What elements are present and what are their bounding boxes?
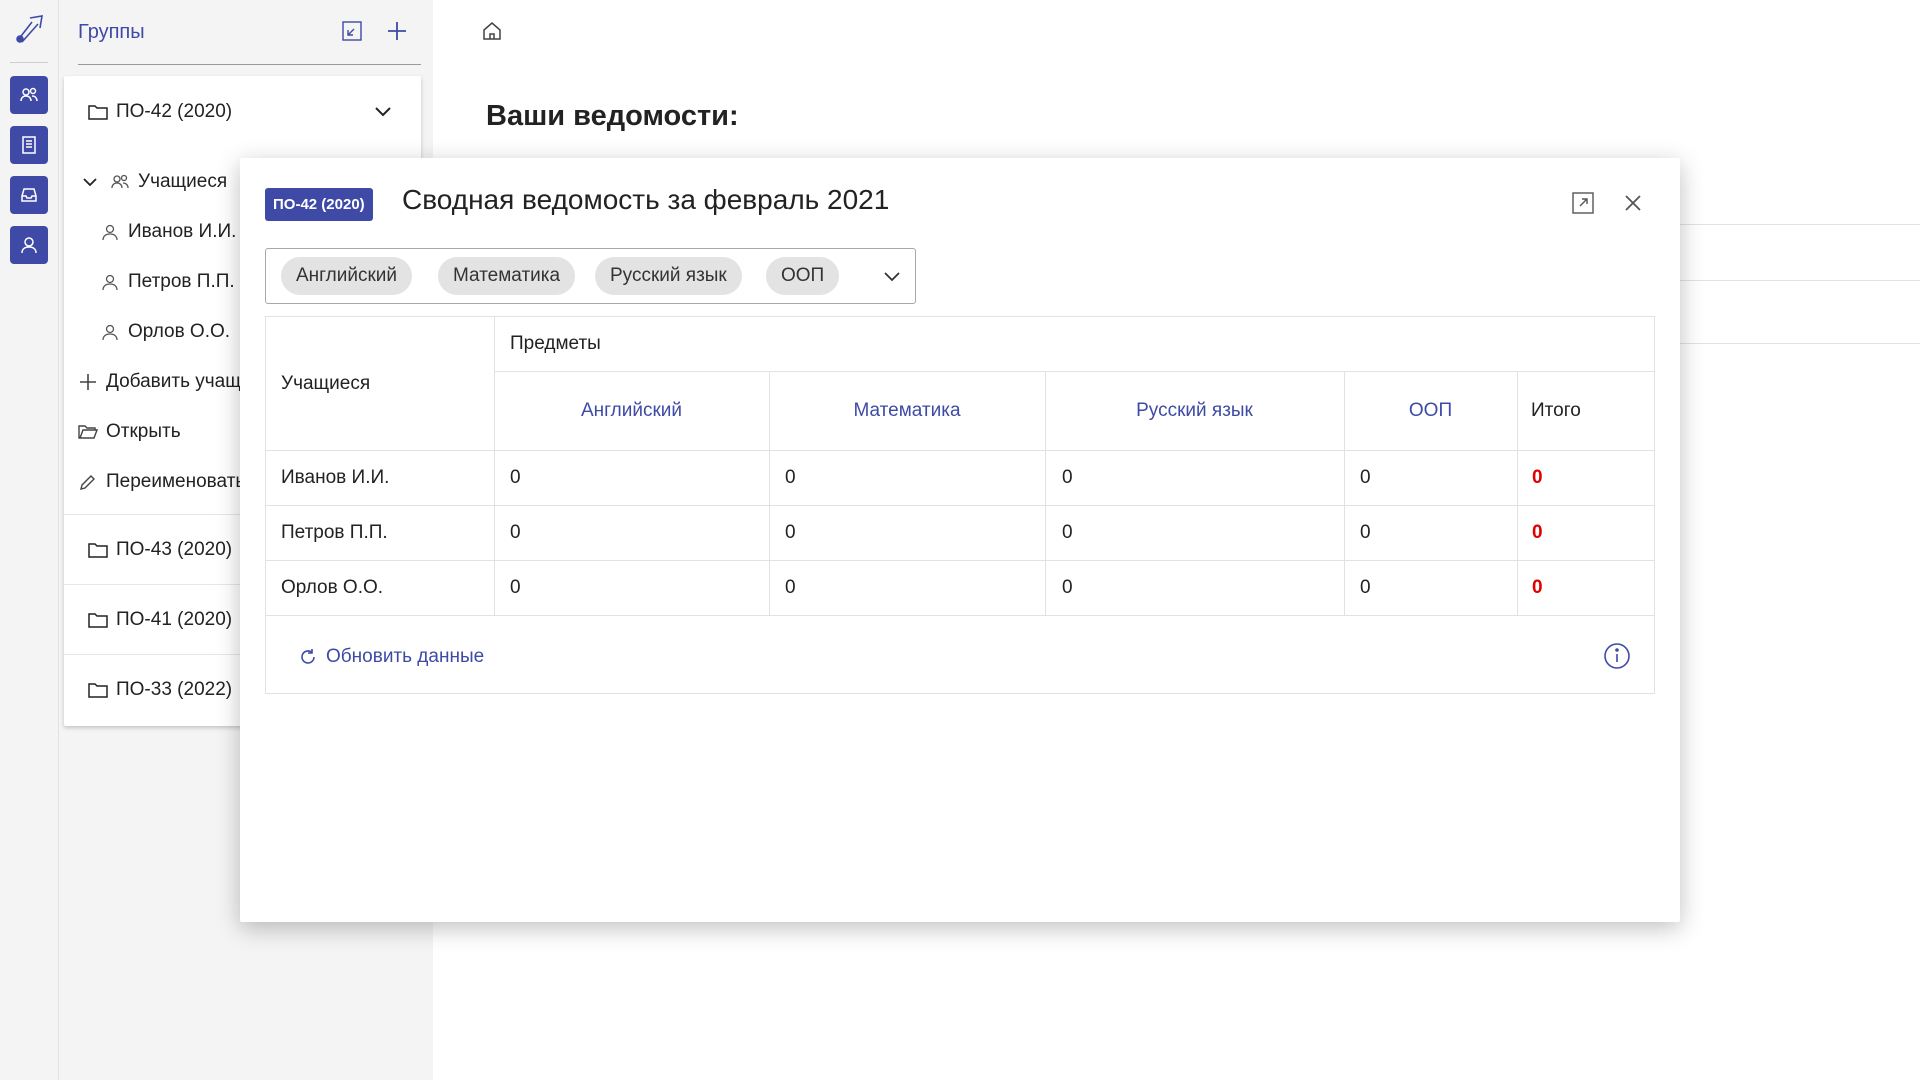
grade-cell: 0 <box>1062 466 1073 488</box>
grade-cell: 0 <box>785 466 796 488</box>
student-name: Орлов О.О. <box>128 321 231 342</box>
folder-icon <box>86 608 110 632</box>
person-icon <box>98 320 122 344</box>
groups-icon[interactable] <box>10 76 48 114</box>
person-icon[interactable] <box>10 226 48 264</box>
refresh-icon <box>296 645 320 669</box>
total-cell: 0 <box>1532 466 1543 488</box>
subject-chip[interactable]: Английский <box>281 257 413 295</box>
table-border <box>1517 371 1518 615</box>
folder-icon <box>86 678 110 702</box>
student-name-cell: Иванов И.И. <box>281 466 390 488</box>
person-icon <box>98 270 122 294</box>
grade-cell: 0 <box>785 521 796 543</box>
add-group-icon[interactable] <box>384 18 410 44</box>
info-icon[interactable] <box>1603 642 1631 670</box>
chevron-down-icon[interactable] <box>78 170 102 194</box>
table-border <box>266 505 1654 506</box>
total-header: Итого <box>1531 399 1581 421</box>
rename-button[interactable]: Переименовать <box>76 466 245 498</box>
table-border <box>266 615 1654 616</box>
group-item-expanded[interactable]: ПО-42 (2020) <box>86 96 232 128</box>
table-border <box>266 450 1654 451</box>
document-icon[interactable] <box>10 126 48 164</box>
dialog-title: Сводная ведомость за февраль 2021 <box>402 184 890 215</box>
folder-icon <box>86 100 110 124</box>
chevron-down-icon[interactable] <box>879 263 905 289</box>
refresh-button[interactable]: Обновить данные <box>296 645 484 669</box>
collapse-icon[interactable] <box>339 18 365 44</box>
table-border <box>266 560 1654 561</box>
sidebar-title: Группы <box>78 20 145 43</box>
column-header-subject[interactable]: Математика <box>769 371 1045 450</box>
open-folder-icon <box>76 420 100 444</box>
grade-cell: 0 <box>1360 576 1371 598</box>
page-title: Ваши ведомости: <box>486 100 739 132</box>
student-item[interactable]: Орлов О.О. <box>98 316 230 348</box>
person-icon <box>98 220 122 244</box>
home-icon[interactable] <box>481 20 503 42</box>
summary-dialog: ПО-42 (2020) Сводная ведомость за феврал… <box>240 158 1680 922</box>
grade-cell: 0 <box>785 576 796 598</box>
group-item[interactable]: ПО-41 (2020) <box>86 604 232 636</box>
grade-cell: 0 <box>1360 521 1371 543</box>
summary-table: Учащиеся Предметы Английский Математика … <box>265 316 1655 694</box>
group-item[interactable]: ПО-33 (2022) <box>86 674 232 706</box>
column-header-subject[interactable]: Английский <box>494 371 769 450</box>
divider <box>1670 343 1920 344</box>
student-item[interactable]: Иванов И.И. <box>98 216 236 248</box>
student-name: Иванов И.И. <box>128 221 237 242</box>
grade-cell: 0 <box>510 466 521 488</box>
divider <box>1670 280 1920 281</box>
grade-cell: 0 <box>510 576 521 598</box>
student-name-cell: Орлов О.О. <box>281 576 384 598</box>
grade-cell: 0 <box>1062 521 1073 543</box>
column-header-subject[interactable]: ООП <box>1344 371 1517 450</box>
column-header-subject[interactable]: Русский язык <box>1045 371 1344 450</box>
folder-icon <box>86 538 110 562</box>
student-item[interactable]: Петров П.П. <box>98 266 235 298</box>
divider <box>1670 224 1920 225</box>
group-label: ПО-33 (2022) <box>116 679 233 700</box>
refresh-label: Обновить данные <box>326 646 485 667</box>
subject-chip[interactable]: Русский язык <box>595 257 742 295</box>
students-node[interactable]: Учащиеся <box>78 166 227 198</box>
student-name: Петров П.П. <box>128 271 235 292</box>
grade-cell: 0 <box>1062 576 1073 598</box>
sidebar-header: Группы <box>78 0 421 65</box>
pencil-icon <box>76 470 100 494</box>
group-label: ПО-41 (2020) <box>116 609 233 630</box>
close-icon[interactable] <box>1618 188 1648 218</box>
app-rail <box>0 0 59 1080</box>
student-name-cell: Петров П.П. <box>281 521 388 543</box>
students-icon <box>108 170 132 194</box>
table-border <box>494 317 495 615</box>
subjects-select[interactable]: Английский Математика Русский язык ООП <box>265 248 916 304</box>
open-button[interactable]: Открыть <box>76 416 181 448</box>
total-cell: 0 <box>1532 576 1543 598</box>
total-cell: 0 <box>1532 521 1543 543</box>
plus-icon <box>76 370 100 394</box>
students-label: Учащиеся <box>138 171 228 192</box>
rename-label: Переименовать <box>106 471 246 492</box>
inbox-icon[interactable] <box>10 176 48 214</box>
subject-chip[interactable]: Математика <box>438 257 576 295</box>
expand-icon[interactable] <box>1568 188 1598 218</box>
grade-cell: 0 <box>510 521 521 543</box>
subject-chip[interactable]: ООП <box>766 257 840 295</box>
rail-separator <box>10 62 48 63</box>
group-badge: ПО-42 (2020) <box>265 188 373 221</box>
subjects-header: Предметы <box>510 333 601 354</box>
group-label: ПО-43 (2020) <box>116 539 233 560</box>
grade-cell: 0 <box>1360 466 1371 488</box>
app-logo-icon[interactable] <box>10 10 48 48</box>
group-item[interactable]: ПО-43 (2020) <box>86 534 232 566</box>
students-header: Учащиеся <box>281 372 371 394</box>
group-label: ПО-42 (2020) <box>116 101 233 122</box>
chevron-down-icon[interactable] <box>372 100 394 122</box>
open-label: Открыть <box>106 421 181 442</box>
